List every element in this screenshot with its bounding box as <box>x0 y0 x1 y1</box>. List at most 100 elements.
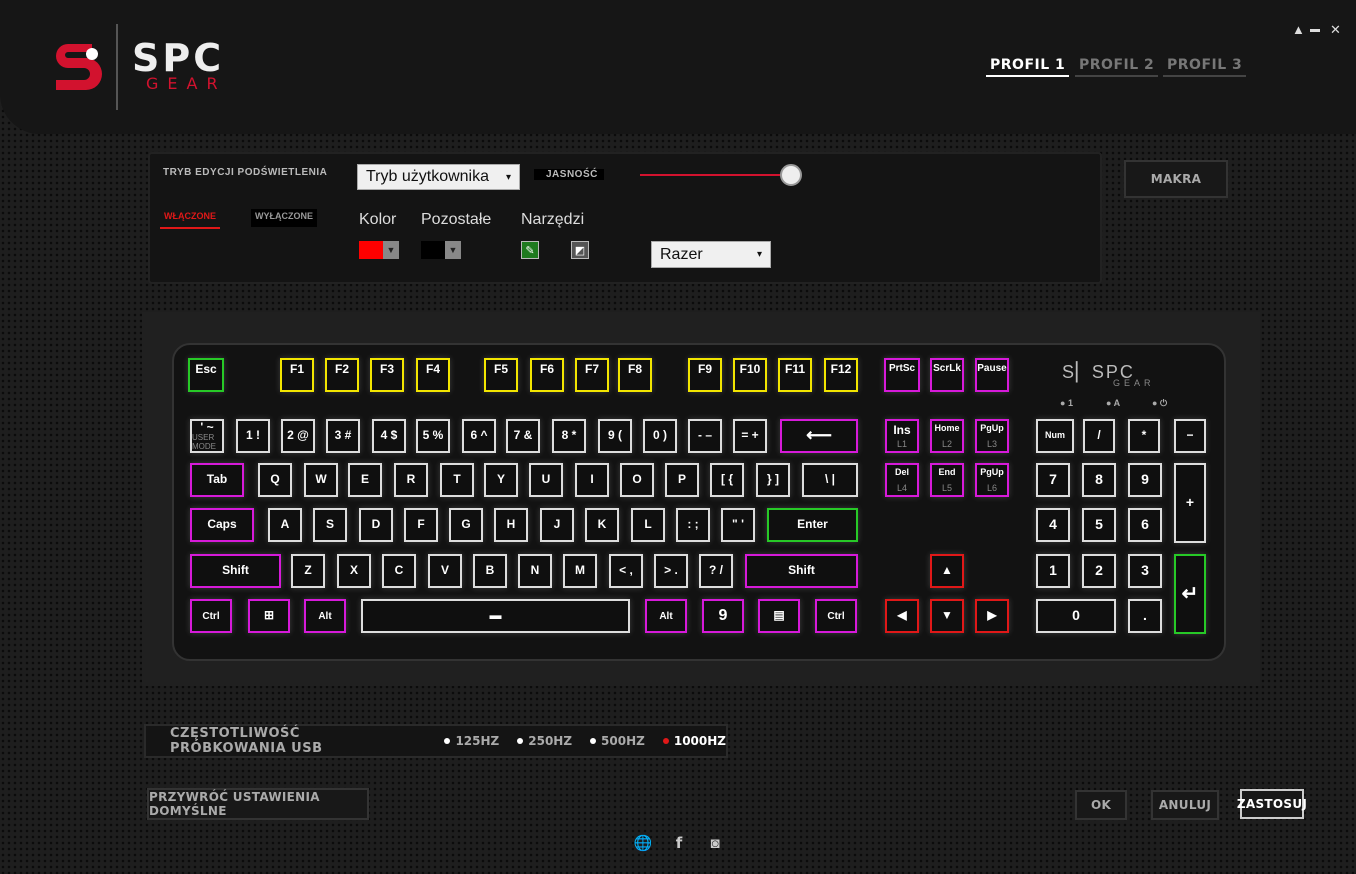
key-right-alt[interactable]: Alt <box>645 599 687 633</box>
key-fn[interactable]: 9 <box>702 599 744 633</box>
preset-select[interactable]: Razer ▾ <box>651 241 771 268</box>
key-r[interactable]: R <box>394 463 428 497</box>
key-n[interactable]: N <box>518 554 552 588</box>
key-pgup[interactable]: PgUp L3 <box>975 419 1009 453</box>
key-arrow-up[interactable]: ▲ <box>930 554 964 588</box>
instagram-icon[interactable]: ◙ <box>706 834 724 852</box>
apply-button[interactable]: ZASTOSUJ <box>1237 789 1307 819</box>
key-num-divide[interactable]: / <box>1083 419 1115 453</box>
key-left-bracket[interactable]: [ { <box>710 463 744 497</box>
eraser-tool-icon[interactable]: ◩ <box>571 241 589 259</box>
key-minus[interactable]: - – <box>688 419 722 453</box>
key-f4[interactable]: F4 <box>416 358 450 392</box>
key-num-4[interactable]: 4 <box>1036 508 1070 542</box>
ok-button[interactable]: OK <box>1075 790 1127 820</box>
key-num-decimal[interactable]: . <box>1128 599 1162 633</box>
key-space[interactable]: ▬ <box>361 599 630 633</box>
lighting-on-tab[interactable]: WŁĄCZONE <box>160 209 220 229</box>
globe-icon[interactable]: 🌐 <box>634 834 653 852</box>
key-prtsc[interactable]: PrtSc <box>884 358 920 392</box>
usb-option-1000hz[interactable]: 1000HZ <box>662 734 726 748</box>
key-d[interactable]: D <box>359 508 393 542</box>
key-f3[interactable]: F3 <box>370 358 404 392</box>
key-arrow-right[interactable]: ▶ <box>975 599 1009 633</box>
key-6[interactable]: 6 ^ <box>462 419 496 453</box>
key-backspace[interactable]: ⟵ <box>780 419 858 453</box>
brightness-slider-track[interactable] <box>640 174 790 176</box>
key-5[interactable]: 5 % <box>416 419 450 453</box>
key-f[interactable]: F <box>404 508 438 542</box>
key-semicolon[interactable]: : ; <box>676 508 710 542</box>
key-g[interactable]: G <box>449 508 483 542</box>
key-windows[interactable]: ⊞ <box>248 599 290 633</box>
key-x[interactable]: X <box>337 554 371 588</box>
key-w[interactable]: W <box>304 463 338 497</box>
key-f1[interactable]: F1 <box>280 358 314 392</box>
key-f2[interactable]: F2 <box>325 358 359 392</box>
key-e[interactable]: E <box>348 463 382 497</box>
key-comma[interactable]: < , <box>609 554 643 588</box>
key-h[interactable]: H <box>494 508 528 542</box>
key-l[interactable]: L <box>631 508 665 542</box>
brightness-slider-knob[interactable] <box>780 164 802 186</box>
key-ins[interactable]: Ins L1 <box>885 419 919 453</box>
key-o[interactable]: O <box>620 463 654 497</box>
key-num-subtract[interactable]: − <box>1174 419 1206 453</box>
key-m[interactable]: M <box>563 554 597 588</box>
key-numlock[interactable]: Num <box>1036 419 1074 453</box>
key-y[interactable]: Y <box>484 463 518 497</box>
key-scrlk[interactable]: ScrLk <box>930 358 964 392</box>
key-period[interactable]: > . <box>654 554 688 588</box>
key-left-alt[interactable]: Alt <box>304 599 346 633</box>
key-arrow-down[interactable]: ▼ <box>930 599 964 633</box>
key-num-9[interactable]: 9 <box>1128 463 1162 497</box>
key-f6[interactable]: F6 <box>530 358 564 392</box>
key-num-multiply[interactable]: * <box>1128 419 1160 453</box>
pencil-tool-icon[interactable]: ✎ <box>521 241 539 259</box>
key-arrow-left[interactable]: ◀ <box>885 599 919 633</box>
key-k[interactable]: K <box>585 508 619 542</box>
key-num-1[interactable]: 1 <box>1036 554 1070 588</box>
key-right-ctrl[interactable]: Ctrl <box>815 599 857 633</box>
key-f9[interactable]: F9 <box>688 358 722 392</box>
key-right-shift[interactable]: Shift <box>745 554 858 588</box>
key-end[interactable]: End L5 <box>930 463 964 497</box>
key-home[interactable]: Home L2 <box>930 419 964 453</box>
close-icon[interactable]: ✕ <box>1330 22 1341 38</box>
reset-defaults-button[interactable]: PRZYWRÓĆ USTAWIENIA DOMYŚLNE <box>147 788 369 820</box>
key-quote[interactable]: " ' <box>721 508 755 542</box>
key-1[interactable]: 1 ! <box>236 419 270 453</box>
key-u[interactable]: U <box>529 463 563 497</box>
key-num-7[interactable]: 7 <box>1036 463 1070 497</box>
key-v[interactable]: V <box>428 554 462 588</box>
key-del[interactable]: Del L4 <box>885 463 919 497</box>
key-9[interactable]: 9 ( <box>598 419 632 453</box>
key-num-5[interactable]: 5 <box>1082 508 1116 542</box>
key-t[interactable]: T <box>440 463 474 497</box>
key-f12[interactable]: F12 <box>824 358 858 392</box>
key-7[interactable]: 7 & <box>506 419 540 453</box>
key-2[interactable]: 2 @ <box>281 419 315 453</box>
key-num-add[interactable]: + <box>1174 463 1206 543</box>
tab-profil-1[interactable]: PROFIL 1 <box>986 57 1070 77</box>
key-backslash[interactable]: \ | <box>802 463 858 497</box>
key-3[interactable]: 3 # <box>326 419 360 453</box>
key-z[interactable]: Z <box>291 554 325 588</box>
usb-option-250hz[interactable]: 250HZ <box>517 734 572 748</box>
restore-icon[interactable]: ▬ <box>1310 24 1320 35</box>
key-esc[interactable]: Esc <box>188 358 224 392</box>
facebook-icon[interactable]: f <box>670 834 688 852</box>
key-8[interactable]: 8 * <box>552 419 586 453</box>
minimize-icon[interactable]: ▲ <box>1292 22 1305 37</box>
usb-option-500hz[interactable]: 500HZ <box>590 734 645 748</box>
key-f7[interactable]: F7 <box>575 358 609 392</box>
key-caps[interactable]: Caps <box>190 508 254 542</box>
key-f10[interactable]: F10 <box>733 358 767 392</box>
key-4[interactable]: 4 $ <box>372 419 406 453</box>
key-f11[interactable]: F11 <box>778 358 812 392</box>
key-num-6[interactable]: 6 <box>1128 508 1162 542</box>
key-p[interactable]: P <box>665 463 699 497</box>
tab-profil-2[interactable]: PROFIL 2 <box>1075 57 1159 77</box>
key-menu[interactable]: ▤ <box>758 599 800 633</box>
key-b[interactable]: B <box>473 554 507 588</box>
